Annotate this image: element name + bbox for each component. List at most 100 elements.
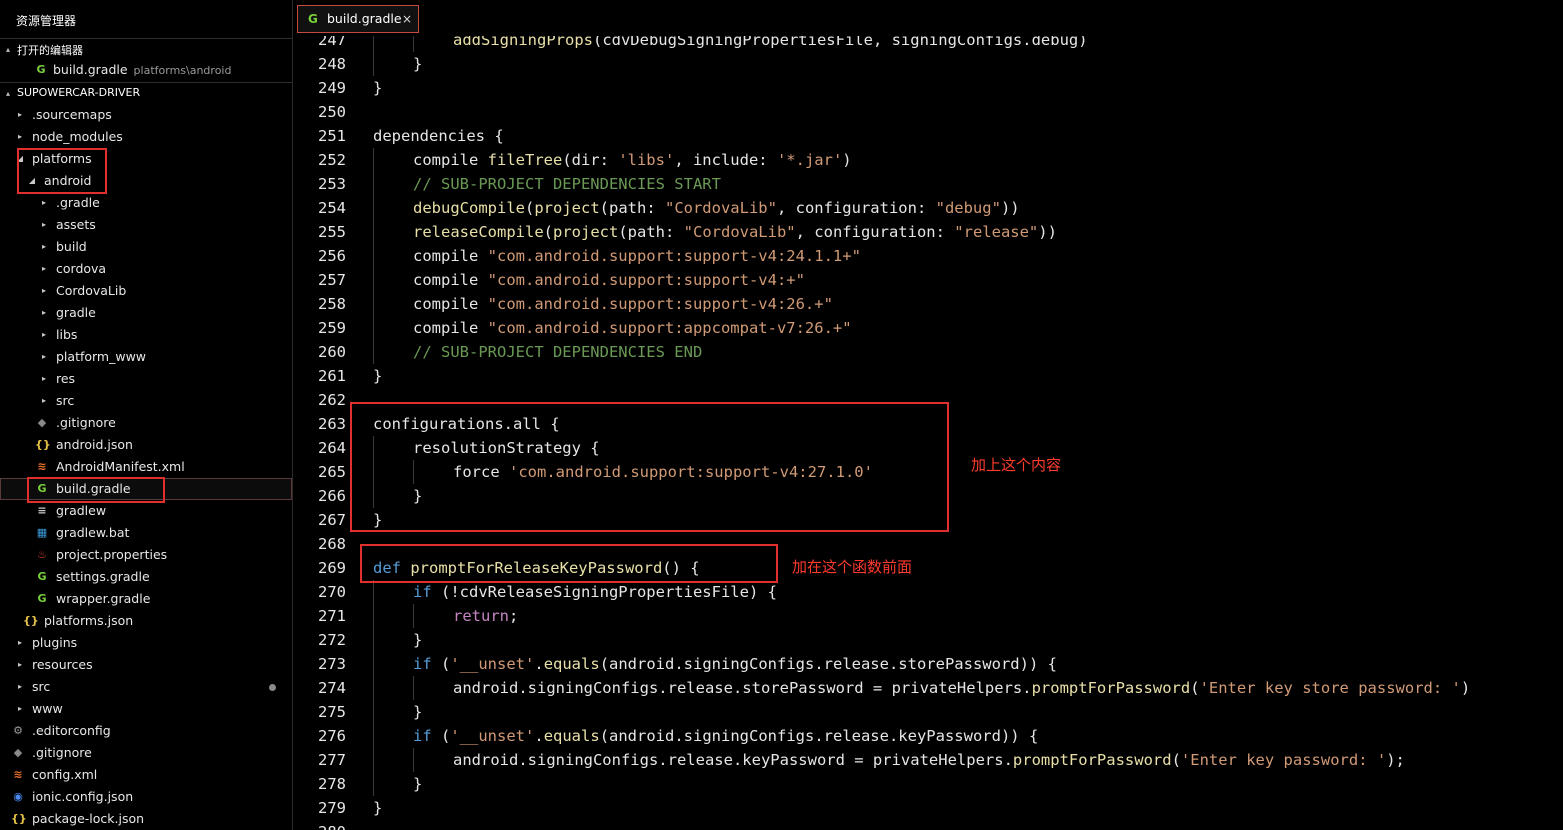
tree-file[interactable]: ≋ AndroidManifest.xml [0,456,292,478]
code-line[interactable]: 267} [293,508,1563,532]
code-line[interactable]: 278} [293,772,1563,796]
code-line[interactable]: 280 [293,820,1563,830]
code-line[interactable]: 255 releaseCompile(project(path: "Cordova… [293,220,1563,244]
tree-folder[interactable]: ▸ plugins [0,632,292,654]
tree-folder[interactable]: ▸ gradle [0,302,292,324]
tree-folder[interactable]: ▸ libs [0,324,292,346]
tree-folder[interactable]: ▸ resources [0,654,292,676]
chevron-right-icon[interactable]: ▸ [15,654,25,676]
chevron-right-icon[interactable]: ▸ [39,236,49,258]
code-area[interactable]: 247 addSigningProps(cdvDebugSigningProper… [293,0,1563,830]
open-editors-header[interactable]: 打开的编辑器 [17,42,83,58]
tree-file[interactable]: ◆ .gitignore [0,412,292,434]
code-line[interactable]: 273 if ('__unset'.equals(android.signingC… [293,652,1563,676]
chevron-right-icon[interactable]: ▸ [39,214,49,236]
code-editor[interactable]: 247 addSigningProps(cdvDebugSigningProper… [293,0,1563,830]
tree-file[interactable]: ◆ .gitignore [0,742,292,764]
chevron-right-icon[interactable]: ▸ [39,280,49,302]
close-icon[interactable]: × [402,6,412,32]
tree-item-label: CordovaLib [56,283,127,298]
code-line[interactable]: 262 [293,388,1563,412]
tree-folder[interactable]: ▸ src [0,390,292,412]
tree-folder[interactable]: ▸ assets [0,214,292,236]
project-folder-header[interactable]: SUPOWERCAR-DRIVER [17,86,140,99]
chevron-right-icon[interactable]: ▸ [15,126,25,148]
code-line[interactable]: 250 [293,100,1563,124]
code-line[interactable]: 249} [293,76,1563,100]
code-line[interactable]: 271 return; [293,604,1563,628]
explorer-title: 资源管理器 [16,14,77,28]
code-line[interactable]: 276 if ('__unset'.equals(android.signingC… [293,724,1563,748]
tree-folder[interactable]: ▸ cordova [0,258,292,280]
code-line[interactable]: 248} [293,52,1563,76]
chevron-right-icon[interactable]: ▸ [39,258,49,280]
code-line[interactable]: 256 compile "com.android.support:support-… [293,244,1563,268]
tree-file[interactable]: {} package-lock.json [0,808,292,830]
code-line[interactable]: 270 if (!cdvReleaseSigningPropertiesFile)… [293,580,1563,604]
code-line[interactable]: 266} [293,484,1563,508]
tree-file[interactable]: ◉ ionic.config.json [0,786,292,808]
code-line[interactable]: 268 [293,532,1563,556]
tree-folder[interactable]: ▸ www [0,698,292,720]
tree-folder[interactable]: ▸ CordovaLib [0,280,292,302]
chevron-right-icon[interactable]: ▸ [15,676,25,698]
code-line[interactable]: 261} [293,364,1563,388]
code-line[interactable]: 254 debugCompile(project(path: "CordovaLi… [293,196,1563,220]
tab-build-gradle[interactable]: G build.gradle × [297,5,419,33]
tree-file[interactable]: {} android.json [0,434,292,456]
code-token: '*.jar' [776,151,843,169]
code-line[interactable]: 260 // SUB-PROJECT DEPENDENCIES END [293,340,1563,364]
tree-folder[interactable]: ▸ platform_www [0,346,292,368]
tree-file[interactable]: ≋ config.xml [0,764,292,786]
tree-folder[interactable]: ▸ .gradle [0,192,292,214]
code-token: 'libs' [618,151,675,169]
tree-file[interactable]: Gwrapper.gradle [0,588,292,610]
chevron-right-icon[interactable]: ▸ [39,192,49,214]
code-line[interactable]: 277 android.signingConfigs.release.keyPas… [293,748,1563,772]
indent-guide [373,148,374,172]
code-line[interactable]: 259 compile "com.android.support:appcompa… [293,316,1563,340]
tree-file[interactable]: {} platforms.json [0,610,292,632]
indent-guide [373,580,374,604]
tree-file[interactable]: Gsettings.gradle [0,566,292,588]
tree-folder[interactable]: ▸ .sourcemaps [0,104,292,126]
chevron-down-icon[interactable]: ▴ [6,45,10,54]
chevron-down-icon[interactable]: ▴ [6,89,10,98]
open-editor-item[interactable]: G build.gradle platforms\android [0,59,292,81]
chevron-right-icon[interactable]: ▸ [39,346,49,368]
code-line[interactable]: 253 // SUB-PROJECT DEPENDENCIES START [293,172,1563,196]
tree-folder[interactable]: ◢ android [0,170,292,192]
code-line[interactable]: 279} [293,796,1563,820]
code-line[interactable]: 258 compile "com.android.support:support-… [293,292,1563,316]
tree-file[interactable]: ⚙ .editorconfig [0,720,292,742]
tree-folder[interactable]: ▸ res [0,368,292,390]
tree-folder[interactable]: ▸ src [0,676,292,698]
chevron-right-icon[interactable]: ▸ [15,632,25,654]
code-line[interactable]: 272} [293,628,1563,652]
code-line[interactable]: 263 configurations.all { [293,412,1563,436]
tree-file[interactable]: ♨ project.properties [0,544,292,566]
tree-file[interactable]: Gbuild.gradle [0,478,292,500]
chevron-right-icon[interactable]: ▸ [15,698,25,720]
code-line[interactable]: 257 compile "com.android.support:support-… [293,268,1563,292]
code-line[interactable]: 252 compile fileTree(dir: 'libs', include… [293,148,1563,172]
chevron-down-icon[interactable]: ◢ [15,148,25,170]
code-line[interactable]: 274 android.signingConfigs.release.storeP… [293,676,1563,700]
tree-folder[interactable]: ▸ node_modules [0,126,292,148]
chevron-right-icon[interactable]: ▸ [39,324,49,346]
chevron-right-icon[interactable]: ▸ [39,368,49,390]
chevron-right-icon[interactable]: ▸ [39,390,49,412]
code-line[interactable]: 265 force 'com.android.support:support-v4… [293,460,1563,484]
tree-folder[interactable]: ◢ platforms [0,148,292,170]
tree-folder[interactable]: ▸ build [0,236,292,258]
tree-file[interactable]: ≡ gradlew [0,500,292,522]
chevron-down-icon[interactable]: ◢ [27,170,37,192]
code-line[interactable]: 264 resolutionStrategy { [293,436,1563,460]
tree-file[interactable]: ▦ gradlew.bat [0,522,292,544]
code-line[interactable]: 251 dependencies { [293,124,1563,148]
code-line[interactable]: 275} [293,700,1563,724]
chevron-right-icon[interactable]: ▸ [39,302,49,324]
code-line[interactable]: 269 def promptForReleaseKeyPassword() { [293,556,1563,580]
chevron-right-icon[interactable]: ▸ [15,104,25,126]
tree-item-label: ionic.config.json [32,789,134,804]
